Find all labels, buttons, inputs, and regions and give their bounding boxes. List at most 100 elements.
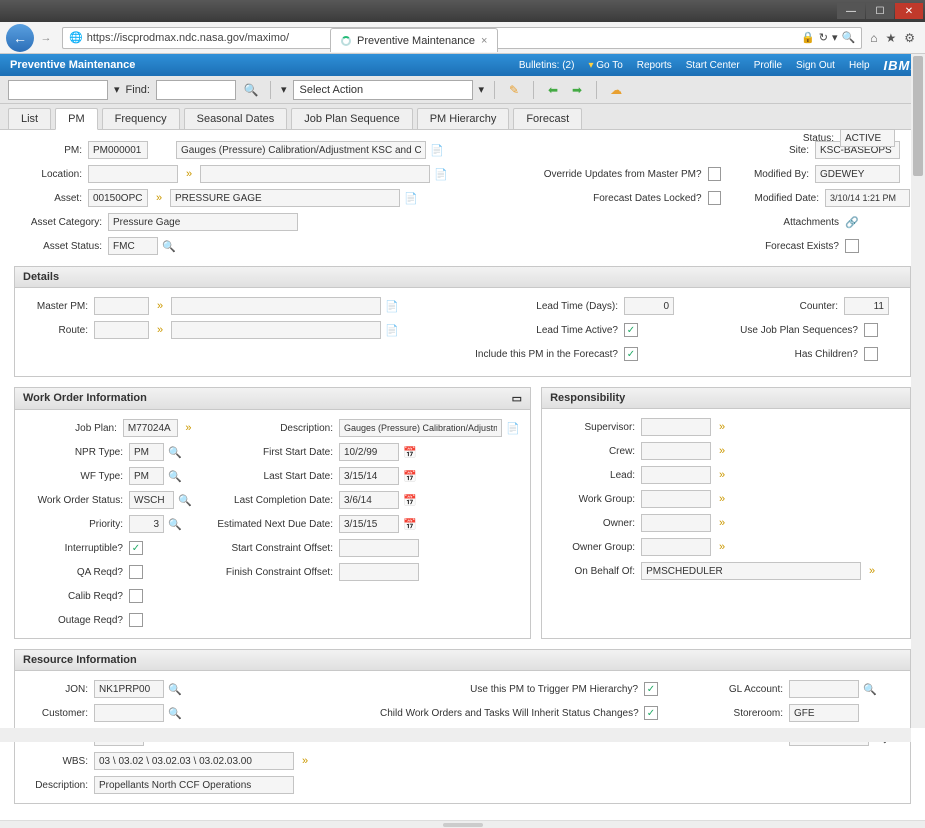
wo-status-field[interactable] <box>129 491 174 509</box>
find-input[interactable] <box>156 80 236 100</box>
override-checkbox[interactable] <box>708 167 721 181</box>
search-icon[interactable]: 🔍 <box>178 493 192 507</box>
browser-tab[interactable]: Preventive Maintenance × <box>330 28 498 52</box>
tab-pm[interactable]: PM <box>55 108 98 130</box>
dropdown-icon[interactable]: ▾ <box>832 31 838 44</box>
calendar-icon[interactable]: 📅 <box>403 445 417 459</box>
wo-desc-field[interactable] <box>339 419 502 437</box>
tab-list[interactable]: List <box>8 108 51 129</box>
action-menu-chevron-icon[interactable]: ▾ <box>479 83 485 96</box>
trigger-checkbox[interactable] <box>644 682 658 696</box>
status-field[interactable] <box>840 129 895 147</box>
location-field[interactable] <box>88 165 178 183</box>
lookup-icon[interactable]: » <box>182 421 195 435</box>
long-desc-icon[interactable]: 📄 <box>404 191 418 205</box>
calendar-icon[interactable]: 📅 <box>403 469 417 483</box>
master-pm-desc[interactable] <box>171 297 381 315</box>
lookup-icon[interactable]: » <box>715 540 729 554</box>
search-icon[interactable]: 🔍 <box>863 682 877 696</box>
lookup-icon[interactable]: » <box>715 516 729 530</box>
search-icon[interactable]: 🔍 <box>842 31 856 44</box>
settings-gear-icon[interactable]: ⚙ <box>904 31 915 45</box>
lead-field[interactable] <box>641 466 711 484</box>
lookup-icon[interactable]: » <box>865 564 879 578</box>
last-comp-field[interactable] <box>339 491 399 509</box>
priority-field[interactable] <box>129 515 164 533</box>
profile-link[interactable]: Profile <box>754 60 782 71</box>
action-dropdown-icon[interactable]: ▾ <box>281 83 287 96</box>
search-icon[interactable]: 🔍 <box>168 682 182 696</box>
forecast-locked-checkbox[interactable] <box>708 191 721 205</box>
location-desc-field[interactable] <box>200 165 430 183</box>
start-center-link[interactable]: Start Center <box>686 60 740 71</box>
asset-status-field[interactable] <box>108 237 158 255</box>
search-icon[interactable]: 🔍 <box>168 517 182 531</box>
long-desc-icon[interactable]: 📄 <box>434 167 448 181</box>
tab-frequency[interactable]: Frequency <box>102 108 180 129</box>
edit-icon[interactable]: ✎ <box>505 81 523 99</box>
start-co-field[interactable] <box>339 539 419 557</box>
modby-field[interactable] <box>815 165 900 183</box>
lookup-icon[interactable]: » <box>715 420 729 434</box>
est-next-field[interactable] <box>339 515 399 533</box>
goto-menu[interactable]: Go To <box>588 60 622 71</box>
asset-cat-field[interactable] <box>108 213 298 231</box>
long-desc-icon[interactable]: 📄 <box>506 421 520 435</box>
search-icon[interactable]: 🔍 <box>168 445 182 459</box>
asset-desc-field[interactable] <box>170 189 400 207</box>
long-desc-icon[interactable]: 📄 <box>385 323 399 337</box>
crew-field[interactable] <box>641 442 711 460</box>
calendar-icon[interactable]: 📅 <box>403 517 417 531</box>
refresh-icon[interactable]: ↻ <box>819 31 828 44</box>
tab-seasonal-dates[interactable]: Seasonal Dates <box>184 108 288 129</box>
lookup-icon[interactable]: » <box>153 323 167 337</box>
find-search-icon[interactable]: 🔍 <box>242 81 260 99</box>
npr-field[interactable] <box>129 443 164 461</box>
wf-field[interactable] <box>129 467 164 485</box>
owner-field[interactable] <box>641 514 711 532</box>
counter-field[interactable] <box>844 297 889 315</box>
last-start-field[interactable] <box>339 467 399 485</box>
use-jp-checkbox[interactable] <box>864 323 878 337</box>
wg-field[interactable] <box>641 490 711 508</box>
lead-time-field[interactable] <box>624 297 674 315</box>
back-button[interactable]: ← <box>6 24 34 52</box>
jon-field[interactable] <box>94 680 164 698</box>
search-icon[interactable]: 🔍 <box>168 706 182 720</box>
route-desc[interactable] <box>171 321 381 339</box>
supervisor-field[interactable] <box>641 418 711 436</box>
lookup-icon[interactable]: » <box>152 191 166 205</box>
cloud-icon[interactable]: ☁ <box>607 81 625 99</box>
customer-field[interactable] <box>94 704 164 722</box>
asset-field[interactable] <box>88 189 148 207</box>
wbs-field[interactable] <box>94 752 294 770</box>
lookup-icon[interactable]: » <box>182 167 196 181</box>
attachments-icon[interactable]: 🔗 <box>845 215 859 229</box>
vertical-scrollbar[interactable] <box>911 54 925 728</box>
storeroom-field[interactable] <box>789 704 859 722</box>
favorites-icon[interactable]: ★ <box>885 31 896 45</box>
tab-forecast[interactable]: Forecast <box>513 108 582 129</box>
minimize-icon[interactable]: ▭ <box>512 392 522 405</box>
res-desc-field[interactable] <box>94 776 294 794</box>
interruptible-checkbox[interactable] <box>129 541 143 555</box>
master-pm-field[interactable] <box>94 297 149 315</box>
signout-link[interactable]: Sign Out <box>796 60 835 71</box>
lookup-icon[interactable]: » <box>715 444 729 458</box>
first-start-field[interactable] <box>339 443 399 461</box>
finish-co-field[interactable] <box>339 563 419 581</box>
long-desc-icon[interactable]: 📄 <box>385 299 399 313</box>
select-action-menu[interactable] <box>293 80 473 100</box>
tab-close-icon[interactable]: × <box>481 35 487 47</box>
lookup-icon[interactable]: » <box>298 754 312 768</box>
lead-active-checkbox[interactable] <box>624 323 638 337</box>
calendar-icon[interactable]: 📅 <box>403 493 417 507</box>
tab-pm-hierarchy[interactable]: PM Hierarchy <box>417 108 510 129</box>
horizontal-scrollbar[interactable] <box>0 728 911 742</box>
help-link[interactable]: Help <box>849 60 870 71</box>
lookup-icon[interactable]: » <box>715 492 729 506</box>
tab-job-plan-sequence[interactable]: Job Plan Sequence <box>291 108 412 129</box>
lookup-icon[interactable]: » <box>715 468 729 482</box>
forward-button[interactable]: → <box>38 30 54 46</box>
calib-checkbox[interactable] <box>129 589 143 603</box>
